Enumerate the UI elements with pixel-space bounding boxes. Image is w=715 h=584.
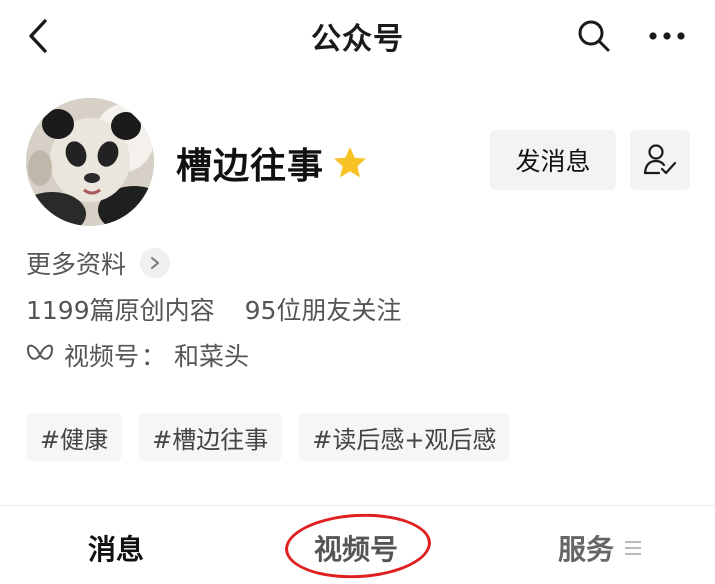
channel-name: 和菜头 (174, 342, 250, 371)
more-info-label: 更多资料 (26, 250, 127, 279)
tag-list: #健康 #槽边往事 #读后感+观后感 (26, 413, 526, 461)
account-name: 槽边往事 (176, 146, 325, 187)
channel-prefix: 视频号 (64, 342, 140, 371)
chevron-right-icon (140, 248, 171, 278)
star-icon (332, 144, 370, 182)
user-check-icon (643, 144, 677, 175)
tag-item[interactable]: #健康 (26, 413, 123, 461)
channel-link[interactable]: 视频号 ： 和菜头 (26, 338, 249, 372)
channel-separator: ： (141, 342, 167, 371)
search-icon (578, 20, 610, 52)
tab-services-label: 服务 (557, 533, 614, 566)
top-bar: 公众号 (0, 0, 715, 72)
tab-services[interactable]: 服务 (540, 524, 660, 572)
tab-channel[interactable]: 视频号 (296, 524, 416, 572)
tab-messages[interactable]: 消息 (56, 524, 176, 572)
original-content-count: 1199篇原创内容 (26, 296, 215, 325)
more-info-link[interactable]: 更多资料 (26, 244, 171, 282)
send-message-button[interactable]: 发消息 (490, 130, 616, 190)
channel-butterfly-icon (26, 341, 56, 369)
avatar[interactable] (26, 98, 154, 226)
tag-item[interactable]: #槽边往事 (138, 413, 283, 461)
search-button[interactable] (572, 14, 616, 58)
divider (0, 505, 715, 506)
more-button[interactable] (642, 14, 692, 58)
follow-status-button[interactable] (630, 130, 690, 190)
account-stats: 1199篇原创内容 95位朋友关注 (26, 290, 401, 328)
friends-following-count: 95位朋友关注 (244, 296, 402, 325)
panda-avatar-image (26, 98, 154, 226)
menu-icon (624, 540, 642, 556)
account-name-row: 槽边往事 (176, 138, 370, 188)
more-horizontal-icon (649, 32, 685, 40)
tag-item[interactable]: #读后感+观后感 (298, 413, 511, 461)
